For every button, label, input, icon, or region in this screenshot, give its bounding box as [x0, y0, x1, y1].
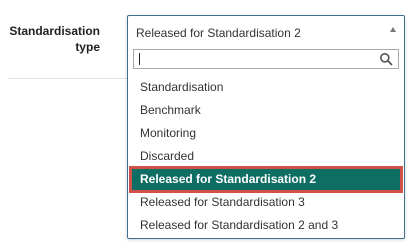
- text-cursor: [139, 53, 140, 65]
- standardisation-type-select[interactable]: Released for Standardisation 2 Standardi…: [127, 15, 405, 239]
- option-benchmark[interactable]: Benchmark: [128, 99, 404, 122]
- option-released-for-standardisation-2[interactable]: Released for Standardisation 2: [129, 166, 403, 193]
- option-released-for-standardisation-3[interactable]: Released for Standardisation 3: [128, 191, 404, 214]
- field-divider: [8, 78, 128, 79]
- option-released-for-standardisation-2-and-3[interactable]: Released for Standardisation 2 and 3: [128, 214, 404, 237]
- standardisation-type-label: Standardisation type: [8, 23, 100, 55]
- search-icon: [380, 53, 393, 66]
- select-header[interactable]: Released for Standardisation 2: [128, 16, 404, 46]
- label-line-2: type: [75, 40, 100, 54]
- selected-value: Released for Standardisation 2: [136, 26, 301, 40]
- search-box[interactable]: [133, 49, 399, 69]
- caret-up-icon[interactable]: [390, 27, 396, 32]
- option-monitoring[interactable]: Monitoring: [128, 122, 404, 145]
- form-page: Standardisation type Released for Standa…: [0, 0, 409, 243]
- option-discarded[interactable]: Discarded: [128, 145, 404, 168]
- label-line-1: Standardisation: [9, 24, 100, 38]
- search-input[interactable]: [134, 50, 378, 68]
- option-standardisation[interactable]: Standardisation: [128, 76, 404, 99]
- options-list: Standardisation Benchmark Monitoring Dis…: [128, 76, 404, 237]
